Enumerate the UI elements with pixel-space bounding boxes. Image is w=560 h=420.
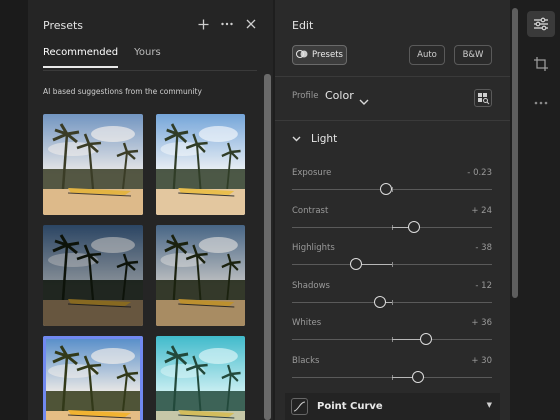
- highlights-slider-handle[interactable]: [350, 258, 362, 271]
- presets-icon: [296, 49, 308, 62]
- auto-button[interactable]: Auto: [409, 45, 445, 65]
- edit-divider-top: [275, 76, 510, 77]
- edit-scrollbar[interactable]: [512, 8, 518, 298]
- whites-slider[interactable]: [292, 333, 492, 346]
- presets-scrollbar-thumb[interactable]: [264, 74, 271, 420]
- highlights-label: Highlights: [292, 243, 335, 254]
- ai-suggestions-note: AI based suggestions from the community: [43, 87, 202, 96]
- exposure-value[interactable]: - 0.23: [467, 168, 492, 178]
- exposure-slider-handle[interactable]: [380, 183, 392, 195]
- edit-divider-mid: [275, 120, 510, 121]
- shadows-slider[interactable]: [292, 295, 492, 308]
- highlights-value[interactable]: - 38: [475, 243, 492, 253]
- preset-thumbnail-grid: [43, 114, 245, 420]
- point-curve-section[interactable]: Point Curve ▼: [285, 393, 500, 420]
- whites-slider-handle[interactable]: [420, 333, 432, 346]
- blacks-slider[interactable]: [292, 371, 492, 383]
- bw-button[interactable]: B&W: [454, 45, 492, 65]
- more-icon[interactable]: [221, 17, 233, 31]
- blacks-label: Blacks: [292, 356, 320, 366]
- light-section-header[interactable]: Light: [292, 133, 337, 145]
- highlights-slider[interactable]: [292, 258, 492, 271]
- close-icon[interactable]: [245, 17, 257, 31]
- profile-label: Profile: [292, 91, 319, 101]
- whites-value[interactable]: + 36: [471, 318, 492, 328]
- contrast-slider-handle[interactable]: [408, 220, 420, 233]
- presets-scrollbar[interactable]: [264, 74, 271, 420]
- add-icon[interactable]: [197, 17, 209, 31]
- light-section-title: Light: [311, 133, 338, 145]
- tab-recommended[interactable]: Recommended: [43, 47, 119, 68]
- edit-panel: Edit Presets Auto B&W Profile Color Ligh…: [275, 0, 510, 420]
- profile-browser-button[interactable]: [474, 89, 492, 107]
- tab-yours[interactable]: Yours: [134, 47, 161, 68]
- curve-icon: [291, 398, 308, 415]
- tabs-divider: [43, 70, 257, 71]
- presets-title: Presets: [43, 19, 84, 32]
- more-icon[interactable]: [527, 90, 555, 116]
- chevron-down-icon: [292, 133, 301, 145]
- exposure-label: Exposure: [292, 168, 332, 178]
- preset-thumb-5[interactable]: [43, 336, 143, 420]
- adjust-icon[interactable]: [527, 11, 555, 37]
- preset-thumb-4[interactable]: [156, 225, 245, 326]
- chevron-down-icon[interactable]: [359, 91, 369, 110]
- slider-center-tick: [392, 187, 393, 192]
- profile-dropdown[interactable]: Color: [325, 89, 354, 102]
- shadows-slider-handle[interactable]: [374, 295, 386, 308]
- presets-header-icons: [197, 17, 257, 31]
- caret-down-icon[interactable]: ▼: [487, 401, 492, 409]
- slider-center-tick: [392, 262, 393, 268]
- presets-tabs: Recommended Yours: [43, 47, 161, 68]
- slider-center-tick: [392, 299, 393, 305]
- preset-thumb-6[interactable]: [156, 336, 245, 420]
- blacks-slider-handle[interactable]: [412, 371, 424, 383]
- preset-thumb-3[interactable]: [43, 225, 143, 326]
- crop-icon[interactable]: [527, 51, 555, 77]
- right-toolbar: [522, 0, 560, 420]
- contrast-slider[interactable]: [292, 220, 492, 233]
- shadows-value[interactable]: - 12: [475, 281, 492, 291]
- presets-toggle-button[interactable]: Presets: [292, 45, 347, 65]
- shadows-label: Shadows: [292, 280, 330, 291]
- edit-title: Edit: [292, 19, 314, 32]
- preset-thumb-1[interactable]: [43, 114, 143, 215]
- blacks-value[interactable]: + 30: [471, 356, 492, 366]
- contrast-label: Contrast: [292, 205, 329, 216]
- presets-panel: Presets Recommended Yours AI based sugge…: [28, 0, 273, 420]
- whites-label: Whites: [292, 318, 322, 329]
- preset-thumb-2[interactable]: [156, 114, 245, 215]
- presets-button-label: Presets: [312, 50, 343, 60]
- grid-search-icon: [475, 91, 491, 110]
- exposure-slider[interactable]: [292, 183, 492, 195]
- left-gutter: [0, 0, 28, 420]
- point-curve-label: Point Curve: [317, 401, 383, 412]
- contrast-value[interactable]: + 24: [471, 206, 492, 216]
